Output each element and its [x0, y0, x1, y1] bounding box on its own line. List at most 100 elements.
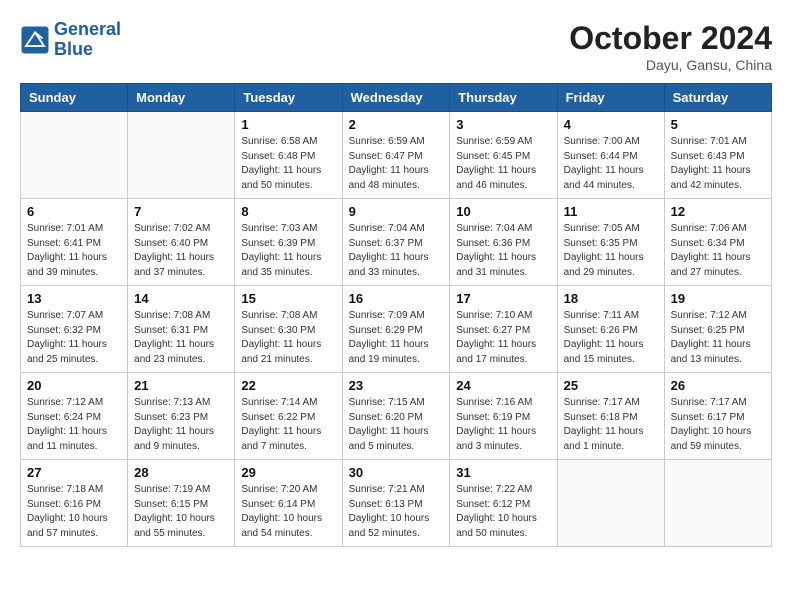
day-info: Sunrise: 7:02 AM Sunset: 6:40 PM Dayligh… [134, 222, 228, 280]
day-number: 3 [456, 117, 550, 132]
day-cell [557, 460, 664, 547]
day-info: Sunrise: 7:04 AM Sunset: 6:36 PM Dayligh… [456, 222, 550, 280]
day-number: 27 [27, 465, 121, 480]
day-number: 16 [349, 291, 444, 306]
day-number: 19 [671, 291, 765, 306]
day-cell: 9 Sunrise: 7:04 AM Sunset: 6:37 PM Daylig… [342, 199, 450, 286]
weekday-header-monday: Monday [128, 84, 235, 112]
day-cell: 6 Sunrise: 7:01 AM Sunset: 6:41 PM Daylig… [21, 199, 128, 286]
day-cell: 12 Sunrise: 7:06 AM Sunset: 6:34 PM Dayli… [664, 199, 771, 286]
day-info: Sunrise: 7:12 AM Sunset: 6:25 PM Dayligh… [671, 309, 765, 367]
day-number: 24 [456, 378, 550, 393]
day-number: 13 [27, 291, 121, 306]
day-cell [664, 460, 771, 547]
day-cell: 20Sunrise: 7:12 AM Sunset: 6:24 PM Dayli… [21, 373, 128, 460]
day-info: Sunrise: 7:20 AM Sunset: 6:14 PM Dayligh… [241, 483, 335, 541]
day-number: 11 [564, 204, 658, 219]
day-cell: 19 Sunrise: 7:12 AM Sunset: 6:25 PM Dayli… [664, 286, 771, 373]
logo: General Blue [20, 20, 121, 60]
day-info: Sunrise: 7:18 AM Sunset: 6:16 PM Dayligh… [27, 483, 121, 541]
day-cell: 26Sunrise: 7:17 AM Sunset: 6:17 PM Dayli… [664, 373, 771, 460]
day-cell: 3Sunrise: 6:59 AM Sunset: 6:45 PM Daylig… [450, 112, 557, 199]
day-cell: 2 Sunrise: 6:59 AM Sunset: 6:47 PM Daylig… [342, 112, 450, 199]
day-number: 18 [564, 291, 658, 306]
day-number: 1 [241, 117, 335, 132]
day-info: Sunrise: 7:10 AM Sunset: 6:27 PM Dayligh… [456, 309, 550, 367]
day-number: 20 [27, 378, 121, 393]
day-cell: 27 Sunrise: 7:18 AM Sunset: 6:16 PM Dayli… [21, 460, 128, 547]
day-number: 7 [134, 204, 228, 219]
weekday-header-saturday: Saturday [664, 84, 771, 112]
day-number: 6 [27, 204, 121, 219]
day-number: 2 [349, 117, 444, 132]
day-cell: 7 Sunrise: 7:02 AM Sunset: 6:40 PM Daylig… [128, 199, 235, 286]
day-number: 12 [671, 204, 765, 219]
day-number: 28 [134, 465, 228, 480]
day-info: Sunrise: 7:00 AM Sunset: 6:44 PM Dayligh… [564, 135, 658, 193]
day-cell: 4 Sunrise: 7:00 AM Sunset: 6:44 PM Daylig… [557, 112, 664, 199]
day-cell: 29 Sunrise: 7:20 AM Sunset: 6:14 PM Dayli… [235, 460, 342, 547]
weekday-header-thursday: Thursday [450, 84, 557, 112]
day-info: Sunrise: 7:22 AM Sunset: 6:12 PM Dayligh… [456, 483, 550, 541]
day-info: Sunrise: 7:04 AM Sunset: 6:37 PM Dayligh… [349, 222, 444, 280]
day-cell: 14Sunrise: 7:08 AM Sunset: 6:31 PM Dayli… [128, 286, 235, 373]
weekday-header-sunday: Sunday [21, 84, 128, 112]
day-number: 9 [349, 204, 444, 219]
day-info: Sunrise: 7:09 AM Sunset: 6:29 PM Dayligh… [349, 309, 444, 367]
day-cell: 17Sunrise: 7:10 AM Sunset: 6:27 PM Dayli… [450, 286, 557, 373]
day-info: Sunrise: 6:58 AM Sunset: 6:48 PM Dayligh… [241, 135, 335, 193]
day-info: Sunrise: 7:14 AM Sunset: 6:22 PM Dayligh… [241, 396, 335, 454]
day-info: Sunrise: 6:59 AM Sunset: 6:47 PM Dayligh… [349, 135, 444, 193]
day-cell: 22Sunrise: 7:14 AM Sunset: 6:22 PM Dayli… [235, 373, 342, 460]
day-info: Sunrise: 7:11 AM Sunset: 6:26 PM Dayligh… [564, 309, 658, 367]
day-info: Sunrise: 7:17 AM Sunset: 6:18 PM Dayligh… [564, 396, 658, 454]
day-cell: 23 Sunrise: 7:15 AM Sunset: 6:20 PM Dayli… [342, 373, 450, 460]
month-title: October 2024 [569, 20, 772, 57]
day-info: Sunrise: 7:15 AM Sunset: 6:20 PM Dayligh… [349, 396, 444, 454]
calendar-table: SundayMondayTuesdayWednesdayThursdayFrid… [20, 83, 772, 547]
day-cell: 31 Sunrise: 7:22 AM Sunset: 6:12 PM Dayli… [450, 460, 557, 547]
weekday-header-row: SundayMondayTuesdayWednesdayThursdayFrid… [21, 84, 772, 112]
day-info: Sunrise: 7:08 AM Sunset: 6:31 PM Dayligh… [134, 309, 228, 367]
day-info: Sunrise: 7:08 AM Sunset: 6:30 PM Dayligh… [241, 309, 335, 367]
day-cell: 8 Sunrise: 7:03 AM Sunset: 6:39 PM Daylig… [235, 199, 342, 286]
day-cell [128, 112, 235, 199]
day-cell: 25Sunrise: 7:17 AM Sunset: 6:18 PM Dayli… [557, 373, 664, 460]
day-cell: 15 Sunrise: 7:08 AM Sunset: 6:30 PM Dayli… [235, 286, 342, 373]
day-info: Sunrise: 7:06 AM Sunset: 6:34 PM Dayligh… [671, 222, 765, 280]
day-cell: 28Sunrise: 7:19 AM Sunset: 6:15 PM Dayli… [128, 460, 235, 547]
weekday-header-wednesday: Wednesday [342, 84, 450, 112]
day-cell [21, 112, 128, 199]
day-number: 21 [134, 378, 228, 393]
week-row-3: 20Sunrise: 7:12 AM Sunset: 6:24 PM Dayli… [21, 373, 772, 460]
day-cell: 18 Sunrise: 7:11 AM Sunset: 6:26 PM Dayli… [557, 286, 664, 373]
day-cell: 13 Sunrise: 7:07 AM Sunset: 6:32 PM Dayli… [21, 286, 128, 373]
week-row-1: 6 Sunrise: 7:01 AM Sunset: 6:41 PM Daylig… [21, 199, 772, 286]
day-info: Sunrise: 7:07 AM Sunset: 6:32 PM Dayligh… [27, 309, 121, 367]
logo-text: General Blue [54, 20, 121, 60]
day-cell: 10 Sunrise: 7:04 AM Sunset: 6:36 PM Dayli… [450, 199, 557, 286]
day-info: Sunrise: 7:05 AM Sunset: 6:35 PM Dayligh… [564, 222, 658, 280]
day-info: Sunrise: 7:13 AM Sunset: 6:23 PM Dayligh… [134, 396, 228, 454]
day-number: 10 [456, 204, 550, 219]
day-number: 8 [241, 204, 335, 219]
day-info: Sunrise: 7:01 AM Sunset: 6:41 PM Dayligh… [27, 222, 121, 280]
day-number: 4 [564, 117, 658, 132]
day-number: 29 [241, 465, 335, 480]
day-number: 31 [456, 465, 550, 480]
day-number: 26 [671, 378, 765, 393]
weekday-header-friday: Friday [557, 84, 664, 112]
day-info: Sunrise: 7:03 AM Sunset: 6:39 PM Dayligh… [241, 222, 335, 280]
week-row-4: 27 Sunrise: 7:18 AM Sunset: 6:16 PM Dayli… [21, 460, 772, 547]
day-info: Sunrise: 7:01 AM Sunset: 6:43 PM Dayligh… [671, 135, 765, 193]
day-number: 23 [349, 378, 444, 393]
day-cell: 16 Sunrise: 7:09 AM Sunset: 6:29 PM Dayli… [342, 286, 450, 373]
day-cell: 30Sunrise: 7:21 AM Sunset: 6:13 PM Dayli… [342, 460, 450, 547]
day-info: Sunrise: 7:16 AM Sunset: 6:19 PM Dayligh… [456, 396, 550, 454]
day-cell: 24 Sunrise: 7:16 AM Sunset: 6:19 PM Dayli… [450, 373, 557, 460]
day-number: 30 [349, 465, 444, 480]
day-number: 15 [241, 291, 335, 306]
day-cell: 5Sunrise: 7:01 AM Sunset: 6:43 PM Daylig… [664, 112, 771, 199]
logo-icon [20, 25, 50, 55]
week-row-0: 1 Sunrise: 6:58 AM Sunset: 6:48 PM Daylig… [21, 112, 772, 199]
